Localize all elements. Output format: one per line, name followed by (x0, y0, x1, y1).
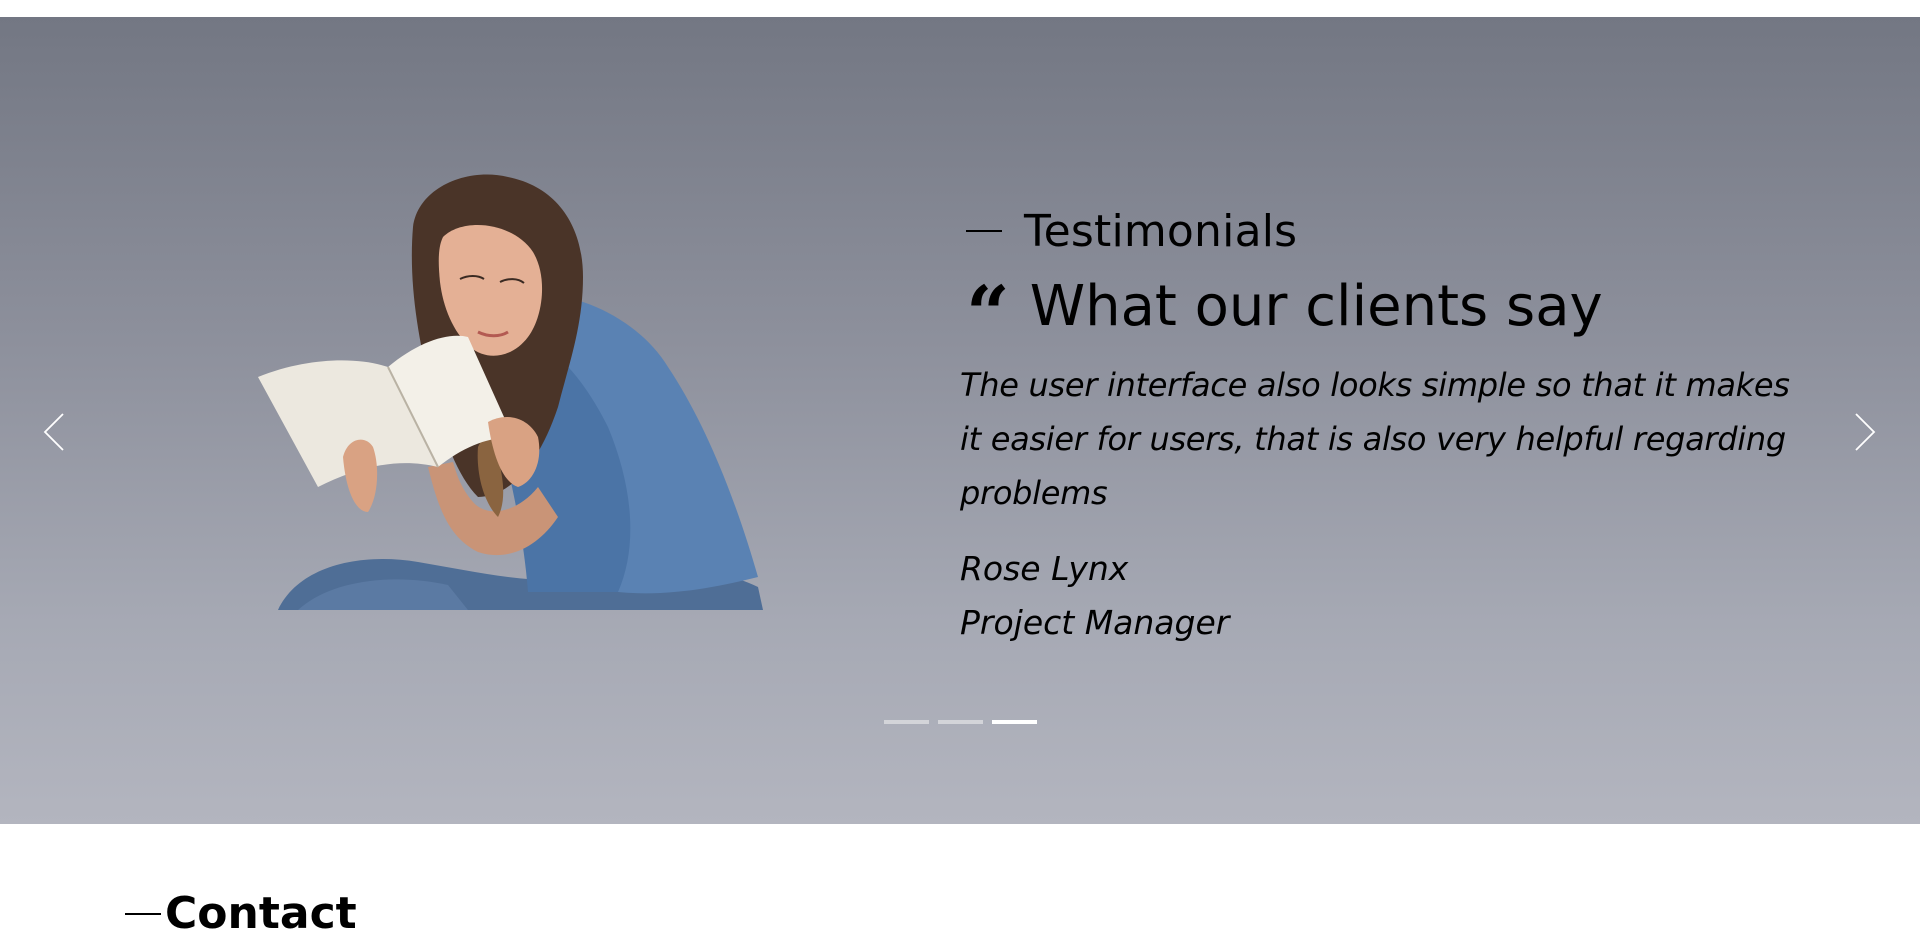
chevron-right-icon (1855, 413, 1876, 451)
testimonial-author: Rose Lynx Project Manager (960, 542, 1810, 650)
top-strip (0, 0, 1920, 17)
carousel-indicator-3[interactable] (992, 720, 1037, 724)
heading-text: What our clients say (1029, 273, 1603, 339)
contact-dash (125, 912, 161, 915)
carousel-indicator-2[interactable] (938, 720, 983, 724)
testimonial-quote: The user interface also looks simple so … (960, 366, 1790, 512)
contact-heading: Contact (125, 888, 357, 939)
quote-mark-icon: “ (966, 269, 1010, 358)
carousel-prev-button[interactable] (34, 402, 74, 462)
testimonials-section: Testimonials “ What our clients say The … (0, 17, 1920, 824)
carousel-indicators (884, 720, 1037, 724)
contact-heading-label: Contact (165, 888, 357, 939)
carousel-indicator-1[interactable] (884, 720, 929, 724)
testimonial-photo (238, 167, 803, 610)
section-heading: “ What our clients say (960, 269, 1810, 358)
section-eyebrow: Testimonials (960, 202, 1810, 260)
chevron-left-icon (43, 413, 64, 451)
author-name: Rose Lynx (960, 549, 1129, 588)
eyebrow-dash (966, 230, 1002, 232)
carousel-next-button[interactable] (1845, 402, 1885, 462)
testimonial-content: Testimonials “ What our clients say The … (960, 202, 1810, 650)
author-role: Project Manager (960, 603, 1230, 642)
eyebrow-label: Testimonials (1024, 205, 1298, 257)
